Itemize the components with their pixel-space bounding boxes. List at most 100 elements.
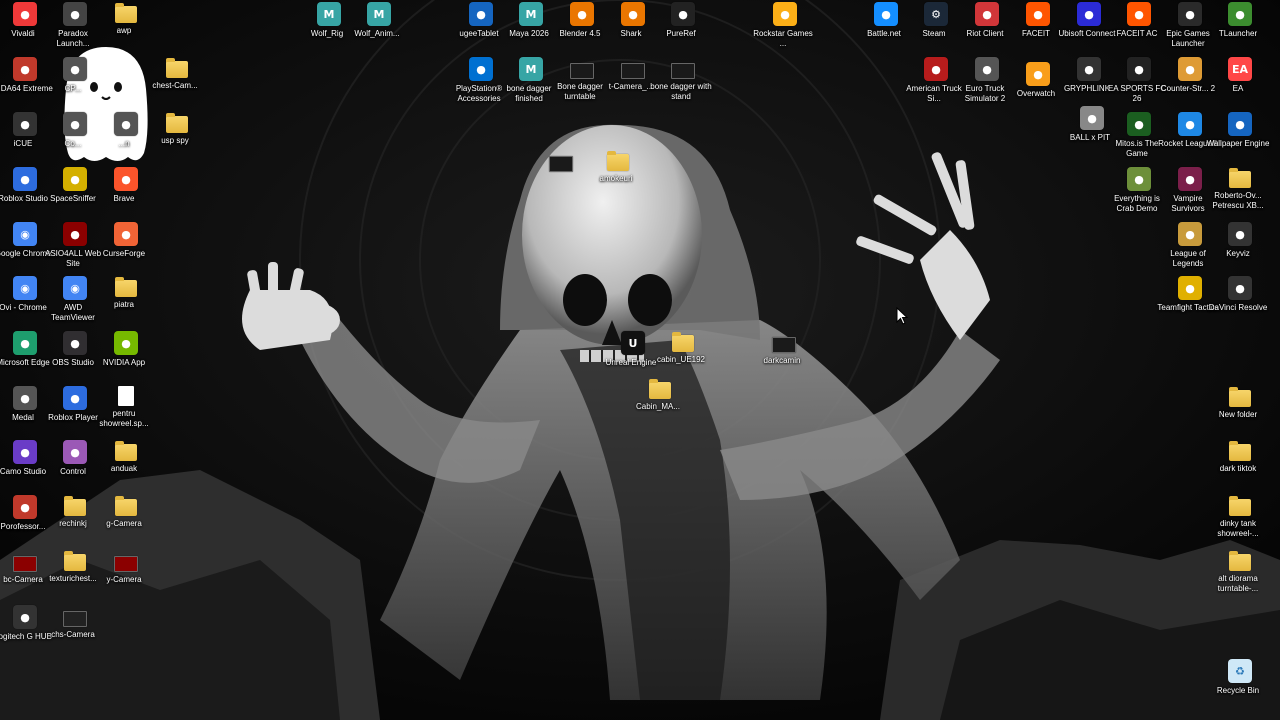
cpu-icon: ● <box>63 57 87 81</box>
unreal-icon: U <box>621 331 645 355</box>
desktop-icon-label: Recycle Bin <box>1216 686 1260 695</box>
desktop-icon-chest-cam[interactable]: chest-Cam... <box>149 57 205 91</box>
desktop-icon-dinky-tank-showreel[interactable]: dinky tank showreel-... <box>1212 495 1268 538</box>
davinci-icon: ● <box>1228 276 1252 300</box>
ugee-icon: ● <box>469 2 493 26</box>
video-thumb-icon <box>549 156 573 172</box>
desktop-icon-video-thumb-icon[interactable] <box>533 150 589 175</box>
desktop-icon-bone-dagger-with-stand[interactable]: bone dagger with stand <box>650 57 712 101</box>
battlenet-icon: ● <box>874 2 898 26</box>
desktop-icon-label: Roberto-Ov... Petrescu XB... <box>1212 191 1264 210</box>
maya-file-icon: M <box>519 57 543 81</box>
desktop-icon-wolf-anim[interactable]: M Wolf_Anim... <box>351 2 407 39</box>
rockstar-icon: ● <box>773 2 797 26</box>
desktop-icon-wallpaper-engine[interactable]: ● Wallpaper Engine <box>1207 112 1269 149</box>
desktop-icon-asio4all-web-site[interactable]: ● ASIO4ALL Web Site <box>45 222 103 268</box>
folder-icon <box>115 496 137 516</box>
desktop-icon-roberto-ov-petrescu-xb[interactable]: Roberto-Ov... Petrescu XB... <box>1212 167 1268 210</box>
ballxpit-icon: ● <box>1080 106 1104 130</box>
desktop-icon-brave[interactable]: ● Brave <box>98 167 154 204</box>
desktop-icon-davinci-resolve[interactable]: ● DaVinci Resolve <box>1209 276 1268 313</box>
desktop-icon-dark-tiktok[interactable]: dark tiktok <box>1212 440 1268 474</box>
desktop-icon-chs-camera[interactable]: chs-Camera <box>47 605 103 640</box>
folder-icon <box>649 379 671 399</box>
desktop-icon-mitos-is-the-game[interactable]: ● Mitos.is The Game <box>1111 112 1167 158</box>
generic-icon: ● <box>114 112 138 136</box>
desktop-icon-darkcamin[interactable]: darkcamin <box>756 331 812 366</box>
curseforge-icon: ● <box>114 222 138 246</box>
desktop-icon-cabin-ue192[interactable]: cabin_UE192 <box>655 331 711 365</box>
desktop-icon-label: Rockstar Games ... <box>753 29 813 48</box>
steam-icon: ⚙ <box>924 2 948 26</box>
maya-file-icon: M <box>367 2 391 26</box>
desktop-icon-label: chest-Cam... <box>152 81 198 90</box>
folder-icon <box>64 551 86 571</box>
camo-icon: ● <box>13 440 37 464</box>
epic-icon: ● <box>1178 2 1202 26</box>
desktop-icon-label: darkcamin <box>763 356 801 365</box>
desktop-icon-label: Keyviz <box>1226 249 1250 258</box>
faceit-icon: ● <box>1026 2 1050 26</box>
cs2-icon: ● <box>1178 57 1202 81</box>
desktop-icon-epic-games-launcher[interactable]: ● Epic Games Launcher <box>1162 2 1218 48</box>
folder-icon <box>115 441 137 461</box>
brave-icon: ● <box>114 167 138 191</box>
desktop-icon-y-camera[interactable]: y-Camera <box>98 550 154 585</box>
desktop-icon-new-folder[interactable]: New folder <box>1212 386 1268 420</box>
folder-icon <box>1229 551 1251 571</box>
desktop-icon-label: CP... <box>64 84 82 93</box>
lol-icon: ● <box>1178 222 1202 246</box>
desktop-icon-awd-teamviewer[interactable]: ◉ AWD TeamViewer <box>47 276 103 322</box>
desktop-icon-paradox-launch[interactable]: ● Paradox Launch... <box>47 2 103 48</box>
desktop-icon-label: CurseForge <box>102 249 146 258</box>
desktop-icon-alt-diorama-turntable[interactable]: alt diorama turntable-... <box>1212 550 1268 593</box>
desktop-icon-keyviz[interactable]: ● Keyviz <box>1212 222 1268 259</box>
pureref-icon: ● <box>671 2 695 26</box>
desktop-icon-ea-sports-fc-26[interactable]: ● EA SPORTS FC 26 <box>1108 57 1167 103</box>
camera-file-icon <box>63 611 87 627</box>
desktop-icon-rockstar-games[interactable]: ● Rockstar Games ... <box>753 2 813 48</box>
video-thumb-icon <box>621 63 645 79</box>
folder-icon <box>115 277 137 297</box>
desktop-icon-pentru-showreel-sp[interactable]: pentru showreel.sp... <box>98 386 154 428</box>
folder-icon <box>1229 496 1251 516</box>
desktop-icon-anduak[interactable]: anduak <box>98 440 154 474</box>
desktop-icon-awp[interactable]: awp <box>98 2 154 36</box>
desktop-icon-bone-dagger-turntable[interactable]: Bone dagger turntable <box>554 57 610 101</box>
control-icon: ● <box>63 440 87 464</box>
desktop-icon-nvidia-app[interactable]: ● NVIDIA App <box>98 331 154 368</box>
desktop-icon-cp[interactable]: ● CP... <box>47 57 103 94</box>
folder-icon <box>1229 441 1251 461</box>
desktop-icon-label: DaVinci Resolve <box>1208 303 1268 312</box>
desktop-icon-g-camera[interactable]: g-Camera <box>98 495 154 529</box>
maya-file-icon: M <box>317 2 341 26</box>
desktop-icon-curseforge[interactable]: ● CurseForge <box>98 222 154 259</box>
recycle-bin-icon: ♻ <box>1228 659 1252 683</box>
porofessor-icon: ● <box>13 495 37 519</box>
nvidia-icon: ● <box>114 331 138 355</box>
desktop-icon-tlauncher[interactable]: ● TLauncher <box>1212 2 1268 39</box>
desktop-icon-label: Wallpaper Engine <box>1206 139 1270 148</box>
folder-icon <box>1229 387 1251 407</box>
desktop-icon-pureref[interactable]: ● PureRef <box>655 2 711 39</box>
desktop-icon-usp-spy[interactable]: usp spy <box>149 112 205 146</box>
desktop-icon-label: awp <box>116 26 132 35</box>
document-icon <box>118 386 134 406</box>
video-thumb-icon <box>671 63 695 79</box>
desktop-icon-label: TLauncher <box>1218 29 1258 38</box>
desktop-icon-amokeuri[interactable]: amokeuri <box>590 150 646 184</box>
playstation-icon: ● <box>469 57 493 81</box>
desktop-icon-cabin-ma[interactable]: Cabin_MA... <box>632 378 688 412</box>
faceit-ac-icon: ● <box>1127 2 1151 26</box>
desktop-icon-ea[interactable]: EA EA <box>1212 57 1268 94</box>
chrome-icon: ◉ <box>63 276 87 300</box>
desktop-icon-league-of-legends[interactable]: ● League of Legends <box>1162 222 1218 268</box>
vivaldi-icon: ● <box>13 2 37 26</box>
desktop-icon-label: cabin_UE192 <box>656 355 706 364</box>
paradox-icon: ● <box>63 2 87 26</box>
ubisoft-icon: ● <box>1077 2 1101 26</box>
desktop-icon-piatra[interactable]: piatra <box>98 276 154 310</box>
aida64-icon: ● <box>13 57 37 81</box>
mouse-cursor-icon <box>896 307 908 325</box>
desktop-icon-recycle-bin[interactable]: ♻ Recycle Bin <box>1212 659 1268 696</box>
